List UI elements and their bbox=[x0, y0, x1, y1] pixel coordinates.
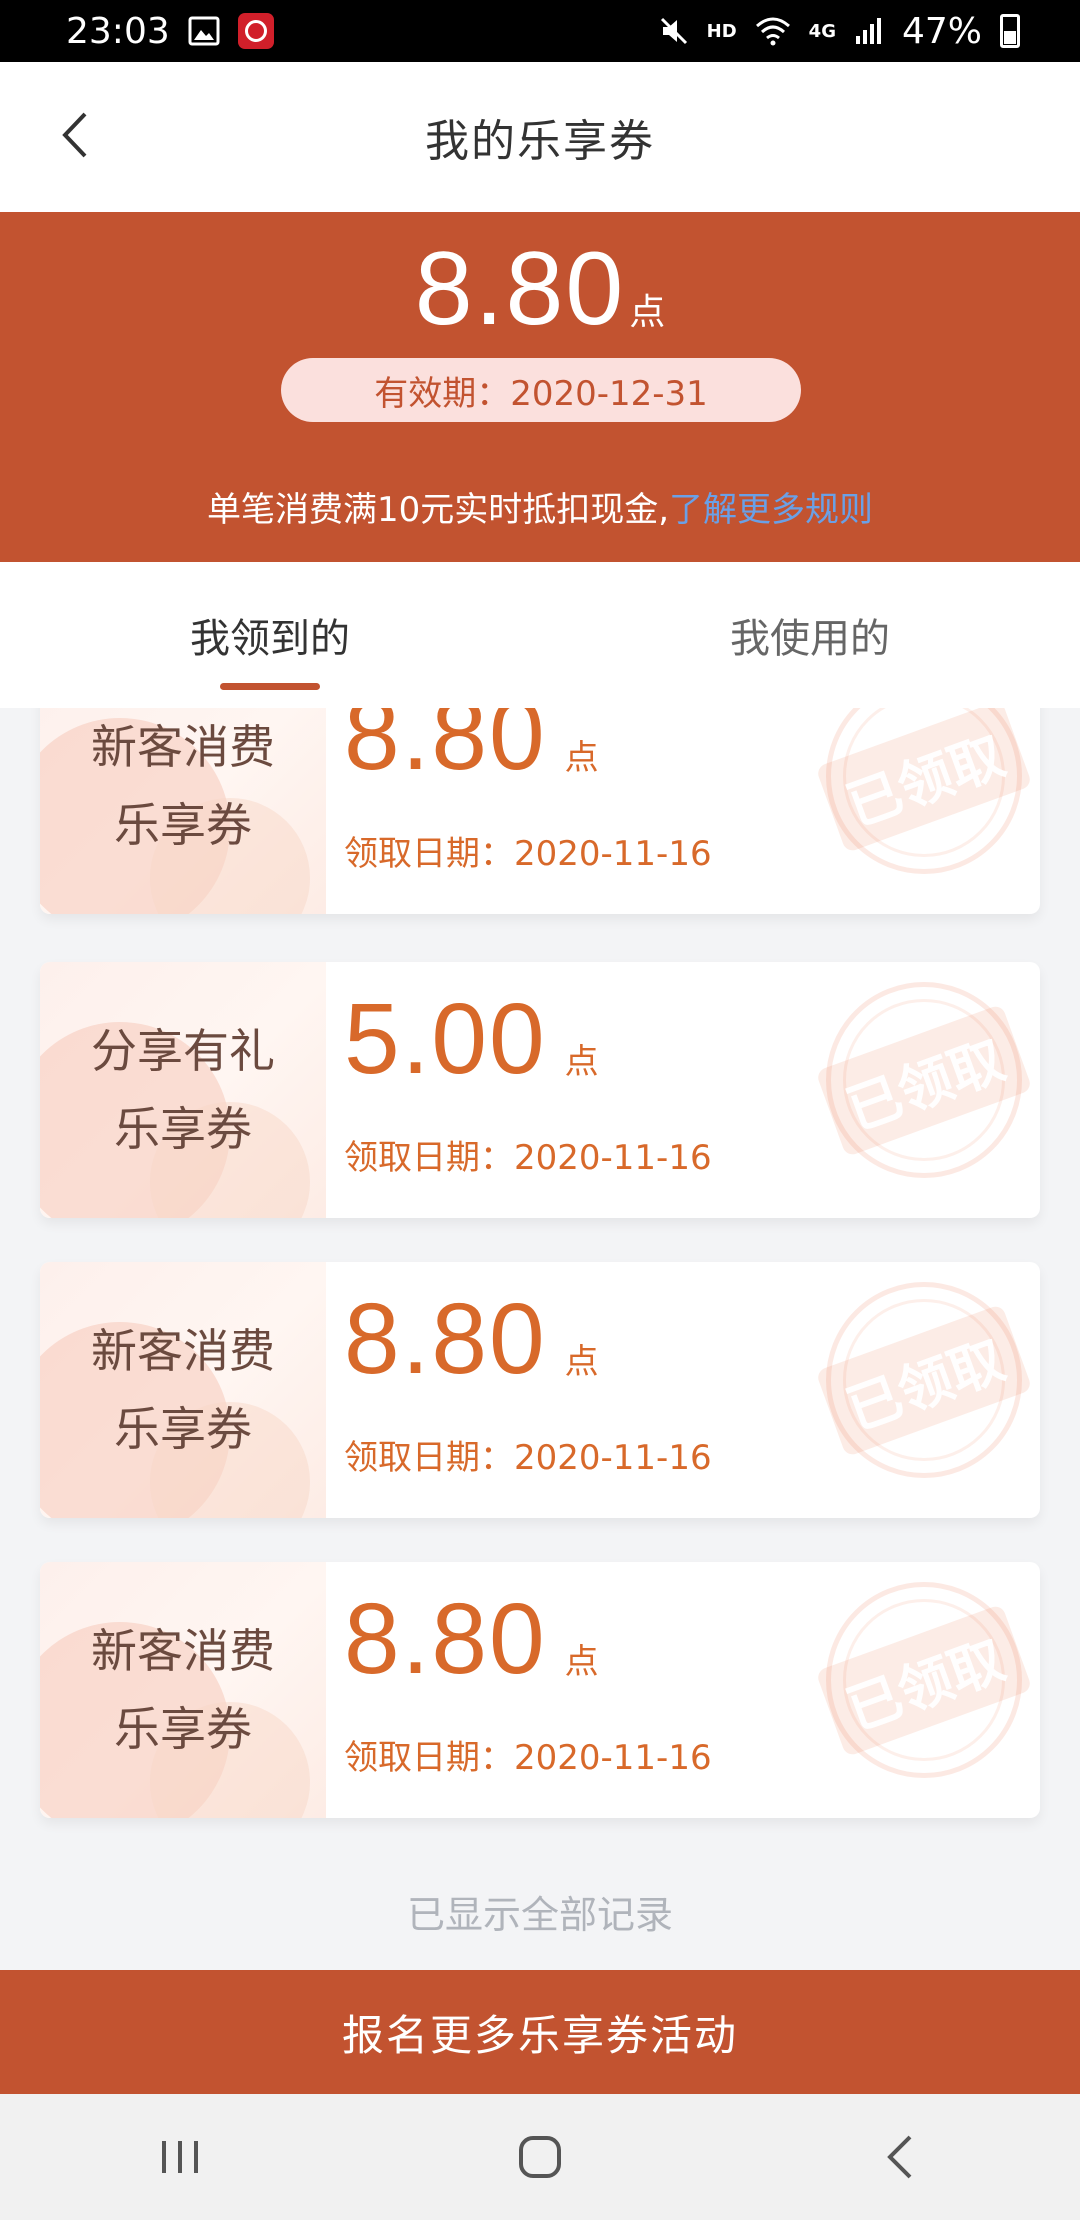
points-summary: 8.80 点 bbox=[0, 230, 1080, 349]
coupon-date: 领取日期：2020-11-16 bbox=[344, 1438, 712, 1478]
status-signal-type: 4G bbox=[808, 20, 836, 42]
back-icon bbox=[887, 2135, 912, 2179]
coupon-date: 领取日期：2020-11-16 bbox=[344, 1138, 712, 1178]
tab-used[interactable]: 我使用的 bbox=[540, 562, 1080, 708]
coupon-date: 领取日期：2020-11-16 bbox=[344, 834, 712, 874]
coupon-name: 新客消费 乐享券 bbox=[91, 1624, 275, 1756]
app-header: 我的乐享券 bbox=[0, 62, 1080, 212]
coupon-card[interactable]: 新客消费 乐享券 8.80 点 领取日期：2020-11-16 已领取 bbox=[40, 1262, 1040, 1518]
status-left: 23:03 bbox=[66, 11, 274, 52]
mute-icon bbox=[660, 17, 687, 45]
rule-text: 单笔消费满10元实时抵扣现金, bbox=[206, 490, 670, 530]
home-icon bbox=[519, 2136, 561, 2178]
coupon-card[interactable]: 分享有礼 乐享券 5.00 点 领取日期：2020-11-16 已领取 bbox=[40, 962, 1040, 1218]
citic-app-icon bbox=[237, 13, 274, 49]
tab-bar: 我领到的 我使用的 bbox=[0, 562, 1080, 708]
gallery-icon bbox=[188, 16, 220, 46]
recent-apps-icon bbox=[162, 2141, 198, 2173]
coupon-name-panel: 分享有礼 乐享券 bbox=[40, 962, 326, 1218]
claimed-stamp: 已领取 bbox=[815, 1282, 1033, 1478]
points-value: 8.80 bbox=[414, 231, 626, 347]
wifi-icon bbox=[755, 17, 790, 46]
status-network: HD bbox=[706, 20, 737, 42]
join-more-activities-button[interactable]: 报名更多乐享券活动 bbox=[0, 1970, 1080, 2094]
coupon-name-panel: 新客消费 乐享券 bbox=[40, 708, 326, 914]
status-time: 23:03 bbox=[66, 10, 170, 52]
signal-icon bbox=[855, 18, 881, 44]
recent-apps-button[interactable] bbox=[120, 2112, 240, 2202]
claimed-stamp: 已领取 bbox=[815, 708, 1033, 874]
coupon-name: 新客消费 乐享券 bbox=[91, 1324, 275, 1456]
status-battery-text: 47% bbox=[901, 10, 982, 52]
coupon-name-panel: 新客消费 乐享券 bbox=[40, 1562, 326, 1818]
back-button[interactable] bbox=[40, 100, 110, 170]
coupon-name: 新客消费 乐享券 bbox=[91, 720, 275, 852]
coupon-name: 分享有礼 乐享券 bbox=[91, 1024, 275, 1156]
status-bar: 23:03 HD 4G 47% bbox=[0, 0, 1080, 62]
validity-badge: 有效期：2020-12-31 bbox=[281, 358, 801, 422]
battery-icon bbox=[1000, 14, 1020, 48]
points-unit: 点 bbox=[629, 292, 666, 333]
home-button[interactable] bbox=[480, 2112, 600, 2202]
system-back-button[interactable] bbox=[840, 2112, 960, 2202]
claimed-stamp: 已领取 bbox=[815, 1582, 1033, 1778]
coupon-amount: 8.80 点 bbox=[344, 708, 599, 791]
rule-link[interactable]: 了解更多规则 bbox=[669, 490, 873, 530]
system-nav-bar bbox=[0, 2094, 1080, 2220]
points-banner: 8.80 点 有效期：2020-12-31 单笔消费满10元实时抵扣现金,了解更多… bbox=[0, 212, 1080, 562]
coupon-card[interactable]: 新客消费 乐享券 8.80 点 领取日期：2020-11-16 已领取 bbox=[40, 708, 1040, 914]
coupon-amount: 5.00 点 bbox=[344, 983, 599, 1095]
list-end-note: 已显示全部记录 bbox=[406, 1893, 673, 1937]
tab-received[interactable]: 我领到的 bbox=[0, 562, 540, 708]
coupon-amount: 8.80 点 bbox=[344, 1283, 599, 1395]
claimed-stamp: 已领取 bbox=[815, 982, 1033, 1178]
rule-line: 单笔消费满10元实时抵扣现金,了解更多规则 bbox=[0, 482, 1080, 531]
coupon-date: 领取日期：2020-11-16 bbox=[344, 1738, 712, 1778]
coupon-amount: 8.80 点 bbox=[344, 1583, 599, 1695]
coupon-list[interactable]: 新客消费 乐享券 8.80 点 领取日期：2020-11-16 已领取 分享有礼 … bbox=[0, 708, 1080, 1970]
coupon-card[interactable]: 新客消费 乐享券 8.80 点 领取日期：2020-11-16 已领取 bbox=[40, 1562, 1040, 1818]
coupon-name-panel: 新客消费 乐享券 bbox=[40, 1262, 326, 1518]
status-right: HD 4G 47% bbox=[659, 11, 1020, 52]
chevron-left-icon bbox=[62, 112, 87, 158]
page-title: 我的乐享券 bbox=[425, 116, 655, 167]
